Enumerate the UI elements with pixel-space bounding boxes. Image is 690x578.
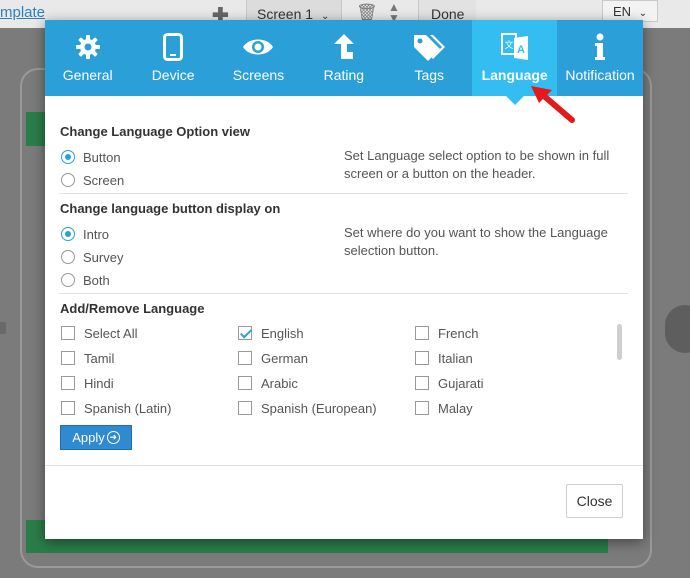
tags-icon	[387, 32, 472, 62]
languages-title: Add/Remove Language	[60, 301, 205, 316]
checkbox-label: Arabic	[261, 375, 298, 391]
checkbox-label: Gujarati	[438, 375, 484, 391]
checkbox[interactable]	[61, 401, 75, 415]
checkbox[interactable]	[61, 326, 75, 340]
radio-label: Both	[83, 272, 110, 288]
tab-label: General	[62, 67, 113, 83]
language-checkbox-hindi[interactable]: Hindi	[61, 373, 114, 393]
arrow-up-icon	[301, 32, 386, 62]
translate-icon: A文	[472, 32, 557, 62]
close-label: Close	[576, 493, 613, 509]
footer-divider	[45, 465, 643, 466]
language-checkbox-spanish-latin[interactable]: Spanish (Latin)	[61, 398, 171, 418]
checkbox[interactable]	[238, 351, 252, 365]
radio-option-button[interactable]: Button	[61, 147, 121, 167]
radio-control[interactable]	[61, 227, 75, 241]
checkbox-label: English	[261, 325, 304, 341]
checkbox[interactable]	[238, 376, 252, 390]
radio-label: Intro	[83, 226, 110, 242]
tab-tags[interactable]: Tags	[387, 20, 472, 96]
tab-label: Notification	[565, 67, 635, 83]
language-checkbox-malay[interactable]: Malay	[415, 398, 473, 418]
checkbox[interactable]	[238, 326, 252, 340]
eye-icon	[216, 32, 301, 62]
button-display-description: Set where do you want to show the Langua…	[344, 225, 608, 258]
close-button[interactable]: Close	[566, 484, 623, 518]
language-checkbox-italian[interactable]: Italian	[415, 348, 473, 368]
language-checkbox-french[interactable]: French	[415, 323, 478, 343]
language-list-scrollbar[interactable]	[617, 324, 622, 360]
checkbox-label: German	[261, 350, 308, 366]
active-tab-caret	[505, 96, 524, 105]
template-link[interactable]: mplate	[0, 4, 45, 21]
radio-display-intro[interactable]: Intro	[61, 224, 109, 244]
radio-display-survey[interactable]: Survey	[61, 247, 123, 267]
language-checkbox-english[interactable]: English	[238, 323, 304, 343]
tab-label: Tags	[414, 67, 445, 83]
language-checkbox-german[interactable]: German	[238, 348, 308, 368]
radio-label: Survey	[83, 249, 124, 265]
apply-label: Apply	[72, 430, 105, 445]
language-checkbox-tamil[interactable]: Tamil	[61, 348, 114, 368]
language-checkbox-arabic[interactable]: Arabic	[238, 373, 298, 393]
radio-control[interactable]	[61, 273, 75, 287]
section-divider	[59, 193, 628, 194]
radio-display-both[interactable]: Both	[61, 270, 110, 290]
section-divider	[59, 293, 628, 294]
checkbox-label: Malay	[438, 400, 473, 416]
radio-label: Screen	[83, 172, 125, 188]
radio-label: Button	[83, 149, 121, 165]
apply-button[interactable]: Apply ➜	[60, 425, 132, 450]
tab-device[interactable]: Device	[130, 20, 215, 96]
checkbox[interactable]	[61, 376, 75, 390]
tab-label: Screens	[232, 67, 285, 83]
checkbox-label: French	[438, 325, 479, 341]
checkbox-label: Spanish (European)	[261, 400, 377, 416]
checkbox[interactable]	[238, 401, 252, 415]
tab-label: Rating	[323, 67, 365, 83]
button-display-title: Change language button display on	[60, 201, 281, 216]
tab-label: Device	[151, 67, 195, 83]
chevron-down-icon: ⌄	[638, 8, 648, 19]
info-icon	[557, 32, 642, 62]
radio-option-screen[interactable]: Screen	[61, 170, 124, 190]
preview-header-bar	[26, 112, 46, 146]
svg-text:文: 文	[504, 39, 513, 51]
option-view-title: Change Language Option view	[60, 124, 250, 139]
tab-rating[interactable]: Rating	[301, 20, 386, 96]
checkbox[interactable]	[415, 401, 429, 415]
svg-text:A: A	[517, 44, 525, 56]
tab-screens[interactable]: Screens	[216, 20, 301, 96]
checkbox-label: Tamil	[84, 350, 115, 366]
tab-general[interactable]: General	[45, 20, 130, 96]
language-checkbox-spanish-european[interactable]: Spanish (European)	[238, 398, 377, 418]
radio-control[interactable]	[61, 173, 75, 187]
checkbox[interactable]	[415, 326, 429, 340]
gear-icon	[45, 32, 130, 62]
checkbox-label: Italian	[438, 350, 473, 366]
language-checkbox-gujarati[interactable]: Gujarati	[415, 373, 484, 393]
language-select[interactable]: EN ⌄	[602, 0, 658, 22]
checkbox[interactable]	[415, 351, 429, 365]
radio-control[interactable]	[61, 250, 75, 264]
language-checkbox-select-all[interactable]: Select All	[61, 323, 137, 343]
arrow-right-circle-icon: ➜	[106, 431, 120, 444]
checkbox[interactable]	[415, 376, 429, 390]
annotation-arrow-icon	[531, 86, 575, 123]
language-select-value: EN	[613, 4, 632, 19]
checkbox-label: Select All	[84, 325, 138, 341]
tablet-icon	[130, 32, 215, 62]
checkbox[interactable]	[61, 351, 75, 365]
option-view-description: Set Language select option to be shown i…	[344, 148, 610, 181]
radio-control[interactable]	[61, 150, 75, 164]
preview-prev-icon[interactable]	[0, 322, 6, 334]
tab-label: Language	[481, 67, 548, 83]
checkbox-label: Hindi	[84, 375, 114, 391]
checkbox-label: Spanish (Latin)	[84, 400, 172, 416]
preview-close-icon[interactable]	[665, 305, 690, 353]
